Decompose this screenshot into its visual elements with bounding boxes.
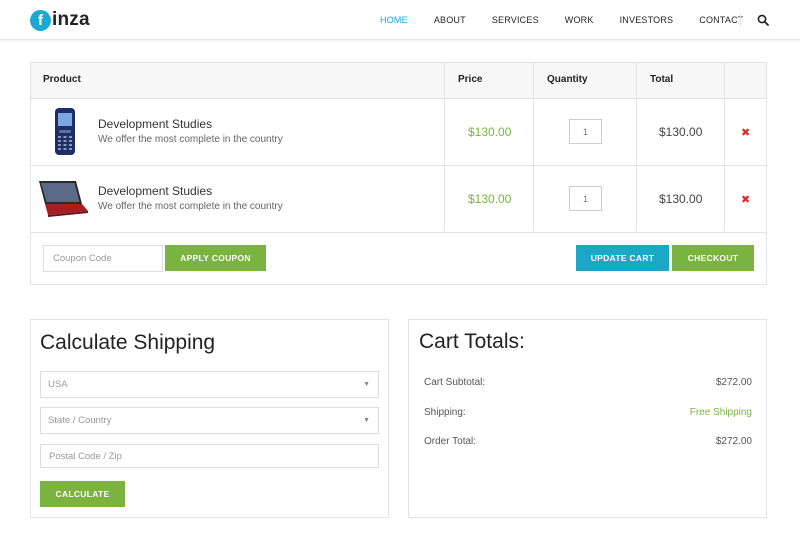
nav-investors[interactable]: INVESTORS [620,15,674,25]
line-total: $130.00 [659,192,703,206]
chevron-down-icon: ▼ [363,381,370,388]
nav-about[interactable]: ABOUT [434,15,466,25]
order-total-label: Order Total: [424,436,477,447]
state-select-value: State / Country [48,415,112,426]
header-total: Total [650,74,674,85]
table-header-row: Product Price Quantity Total [31,63,766,99]
product-price: $130.00 [468,125,512,139]
line-total: $130.00 [659,125,703,139]
logo-badge: f [30,9,51,31]
nav-work[interactable]: WORK [565,15,594,25]
product-name[interactable]: Development Studies [98,184,212,198]
apply-coupon-button[interactable]: APPLY COUPON [165,245,266,271]
cart-totals-panel: Cart Totals: Cart Subtotal: $272.00 Ship… [408,319,767,518]
product-price: $130.00 [468,192,512,206]
shipping-label: Shipping: [424,407,466,418]
quantity-input[interactable]: 1 [569,119,602,144]
subtotal-value: $272.00 [715,377,752,388]
country-select[interactable]: USA ▼ [40,371,379,398]
phone-icon[interactable] [39,106,91,158]
coupon-input[interactable]: Coupon Code [43,245,163,272]
shipping-title: Calculate Shipping [40,331,216,354]
header-product: Product [43,74,81,85]
product-description: We offer the most complete in the countr… [98,201,283,212]
cart-table: Product Price Quantity Total Development… [30,62,767,285]
subtotal-label: Cart Subtotal: [424,377,486,388]
remove-item-icon[interactable]: ✖ [741,126,750,139]
product-description: We offer the most complete in the countr… [98,134,283,145]
shipping-value: Free Shipping [689,407,752,418]
checkout-button[interactable]: CHECKOUT [672,245,754,271]
table-row: Development Studies We offer the most co… [31,166,766,233]
remove-item-icon[interactable]: ✖ [741,193,750,206]
calculate-button[interactable]: CALCULATE [40,481,125,507]
quantity-input[interactable]: 1 [569,186,602,211]
nav-contact[interactable]: CONTACT [699,15,743,25]
update-cart-button[interactable]: UPDATE CART [576,245,669,271]
table-row: Development Studies We offer the most co… [31,99,766,166]
nav-home[interactable]: HOME [380,15,408,25]
nav-divider [740,14,741,26]
product-name[interactable]: Development Studies [98,117,212,131]
nav-services[interactable]: SERVICES [492,15,539,25]
state-select[interactable]: State / Country ▼ [40,407,379,434]
main-nav: HOME ABOUT SERVICES WORK INVESTORS CONTA… [380,0,769,40]
country-select-value: USA [48,379,68,390]
shipping-panel: Calculate Shipping USA ▼ State / Country… [30,319,389,518]
site-header: f inza HOME ABOUT SERVICES WORK INVESTOR… [0,0,800,40]
order-total-value: $272.00 [715,436,752,447]
logo-text: inza [52,9,90,30]
site-logo[interactable]: f inza [30,9,90,31]
postal-code-input[interactable]: Postal Code / Zip [40,444,379,468]
header-price: Price [458,74,483,85]
totals-title: Cart Totals: [419,330,525,353]
header-quantity: Quantity [547,74,588,85]
search-icon[interactable] [757,14,769,26]
laptop-icon[interactable] [36,174,88,226]
chevron-down-icon: ▼ [363,417,370,424]
